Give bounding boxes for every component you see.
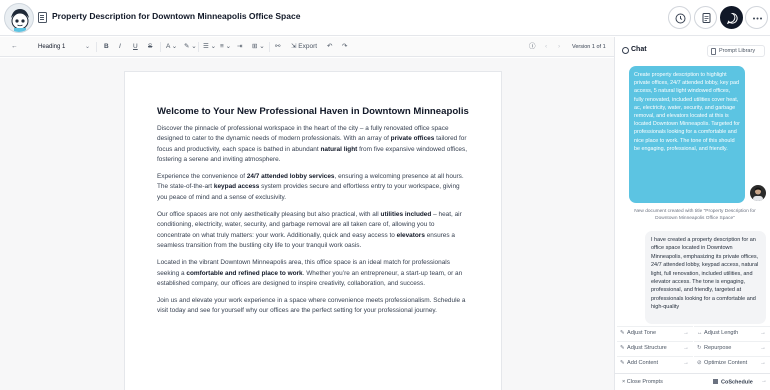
highlight-icon[interactable]: ✎ ⌄ — [184, 41, 197, 53]
chat-header: Chat Prompt Library — [615, 37, 770, 65]
assistant-message: I have created a property description fo… — [645, 231, 766, 324]
bold-text: natural light — [320, 145, 358, 153]
arrow-right-icon: → — [760, 360, 766, 366]
bold-text: comfortable and refined place to work — [186, 269, 303, 277]
document-paragraph: Experience the convenience of 24/7 atten… — [157, 173, 464, 201]
heading-style-select[interactable]: Heading 1 ⌄ — [38, 41, 92, 53]
add-content-label: Add Content — [627, 360, 659, 366]
table-icon[interactable]: ⊞ ⌄ — [252, 41, 265, 53]
structure-icon: ✎ — [620, 345, 625, 351]
chat-footer: × Close Prompts CoSchedule → — [615, 373, 770, 390]
adjust-structure-label: Adjust Structure — [627, 345, 667, 351]
bullet-list-icon[interactable]: ☰ ⌄ — [203, 41, 216, 53]
adjust-structure-button[interactable]: ✎ Adjust Structure → — [617, 341, 693, 354]
repurpose-label: Repurpose — [704, 345, 732, 351]
history-icon — [675, 13, 686, 24]
info-icon[interactable]: ⓘ — [529, 41, 536, 53]
top-bar: Property Description for Downtown Minnea… — [0, 0, 770, 36]
toolbar-divider — [198, 42, 199, 52]
more-icon — [753, 17, 762, 20]
bold-text: elevators — [396, 231, 425, 239]
book-icon — [711, 48, 716, 55]
underline-button[interactable]: U — [133, 41, 138, 53]
more-menu-button[interactable] — [745, 6, 768, 29]
document-canvas: Welcome to Your New Professional Haven i… — [0, 58, 614, 390]
bold-text: utilities included — [380, 211, 432, 219]
add-content-icon: ✎ — [620, 360, 625, 366]
close-prompts-label: Close Prompts — [626, 379, 663, 385]
arrow-right-icon: → — [760, 345, 766, 351]
user-message: Create property description to highlight… — [629, 66, 745, 203]
arrow-right-icon: → — [760, 330, 766, 336]
text-color-icon[interactable]: A ⌄ — [166, 41, 177, 53]
bold-button[interactable]: B — [104, 41, 109, 53]
editor-toolbar: ← Heading 1 ⌄ B I U S A ⌄ ✎ ⌄ ☰ ⌄ ≡ ⌄ ⇥ … — [0, 37, 614, 57]
system-note: New document created with title "Propert… — [634, 209, 756, 221]
heading-select-value: Heading 1 — [38, 44, 66, 50]
chevron-down-icon: ⌄ — [84, 44, 90, 50]
brand-selector[interactable]: CoSchedule — [713, 379, 753, 386]
optimize-content-label: Optimize Content — [704, 360, 748, 366]
brand-label: CoSchedule — [721, 379, 753, 386]
chat-bubble-icon — [726, 12, 738, 25]
tone-icon: ✎ — [620, 330, 625, 336]
app-logo-avatar[interactable] — [4, 3, 34, 33]
file-icon — [702, 13, 711, 23]
document-body: Discover the pinnacle of professional wo… — [157, 124, 469, 317]
export-label: Export — [298, 43, 318, 50]
arrow-right-icon: → — [683, 345, 689, 351]
bold-text: keypad access — [213, 183, 260, 191]
document-heading: Welcome to Your New Professional Haven i… — [157, 106, 469, 117]
arrow-right-icon: → — [683, 360, 689, 366]
align-icon[interactable]: ≡ ⌄ — [220, 41, 231, 53]
length-icon: ↔ — [697, 330, 703, 336]
user-avatar — [750, 185, 766, 201]
optimize-content-button[interactable]: ⊘ Optimize Content → — [694, 356, 770, 369]
redo-icon[interactable]: ↷ — [342, 41, 347, 53]
document-page[interactable]: Welcome to Your New Professional Haven i… — [124, 71, 502, 390]
previous-version-icon[interactable]: ‹ — [545, 41, 547, 53]
document-view-button[interactable] — [694, 6, 717, 29]
toolbar-divider — [269, 42, 270, 52]
toolbar-divider — [96, 42, 97, 52]
document-paragraph: Discover the pinnacle of professional wo… — [157, 125, 468, 163]
bold-text: 24/7 attended lobby services — [246, 173, 335, 181]
prompt-library-button[interactable]: Prompt Library — [707, 45, 765, 57]
version-indicator: Version 1 of 1 — [572, 44, 606, 50]
document-paragraph: Join us and elevate your work experience… — [157, 297, 466, 315]
send-arrow-icon[interactable]: → — [761, 378, 767, 384]
chat-toggle-button[interactable] — [720, 6, 743, 29]
italic-button[interactable]: I — [119, 41, 121, 53]
arrow-right-icon: → — [683, 330, 689, 336]
optimize-icon: ⊘ — [697, 360, 702, 366]
repurpose-button[interactable]: ↻ Repurpose → — [694, 341, 770, 354]
document-title: Property Description for Downtown Minnea… — [52, 11, 301, 21]
document-icon — [38, 12, 47, 23]
close-prompts-button[interactable]: × Close Prompts — [622, 379, 663, 385]
strikethrough-button[interactable]: S — [148, 41, 152, 53]
add-content-button[interactable]: ✎ Add Content → — [617, 356, 693, 369]
next-version-icon[interactable]: › — [558, 41, 560, 53]
adjust-length-button[interactable]: ↔ Adjust Length → — [694, 326, 770, 339]
document-paragraph: Our office spaces are not only aesthetic… — [157, 211, 462, 249]
toolbar-divider — [160, 42, 161, 52]
prompt-library-label: Prompt Library — [719, 48, 756, 54]
undo-icon[interactable]: ↶ — [327, 41, 332, 53]
document-paragraph: Located in the vibrant Downtown Minneapo… — [157, 259, 463, 287]
adjust-tone-label: Adjust Tone — [627, 330, 657, 336]
back-arrow-icon[interactable]: ← — [11, 41, 18, 53]
bold-text: private offices — [390, 135, 435, 143]
brand-icon — [713, 379, 718, 384]
export-button[interactable]: ⇲ Export — [291, 41, 317, 53]
indent-icon[interactable]: ⇥ — [237, 41, 242, 53]
link-icon[interactable]: ⚯ — [275, 41, 280, 53]
history-button[interactable] — [668, 6, 691, 29]
chat-panel: Chat Prompt Library Create property desc… — [614, 37, 770, 390]
adjust-length-label: Adjust Length — [704, 330, 739, 336]
repurpose-icon: ↻ — [697, 345, 702, 351]
adjust-tone-button[interactable]: ✎ Adjust Tone → — [617, 326, 693, 339]
chat-icon — [622, 47, 629, 54]
chat-title: Chat — [631, 46, 647, 53]
